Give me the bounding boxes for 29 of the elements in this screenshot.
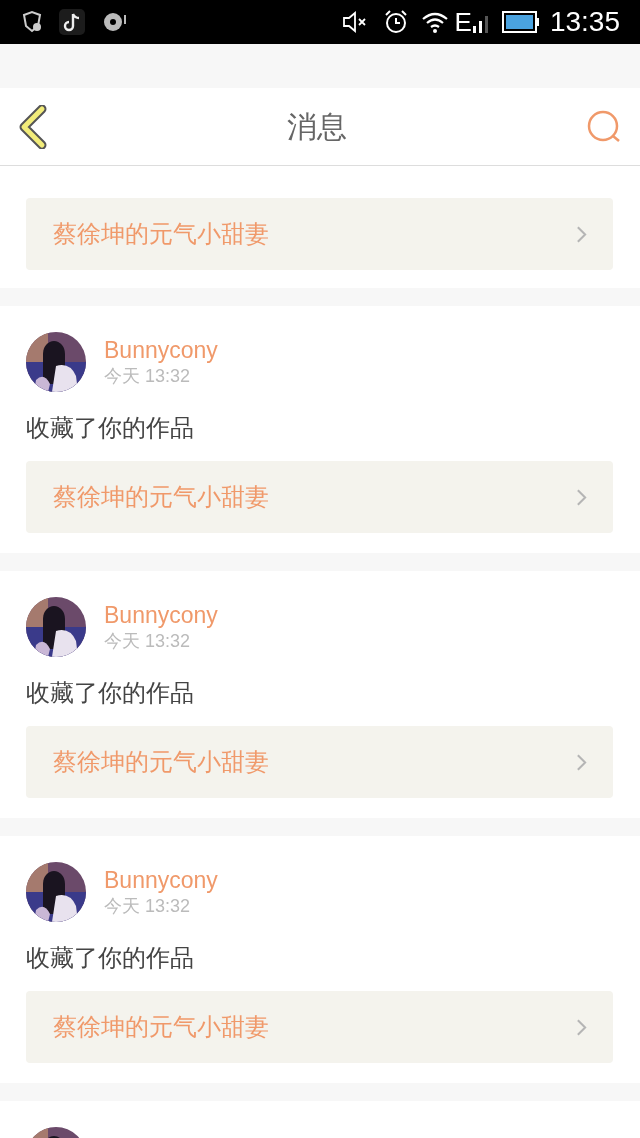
music-note-icon <box>59 9 85 35</box>
user-name[interactable]: Bunnycony <box>104 601 218 629</box>
search-icon <box>586 108 622 145</box>
shield-icon <box>20 10 44 34</box>
chevron-right-icon <box>576 487 587 507</box>
mute-icon <box>340 10 369 34</box>
chevron-right-icon <box>576 224 587 244</box>
clock: 13:35 <box>549 8 620 36</box>
page-title: 消息 <box>287 109 347 145</box>
chevron-left-icon <box>18 104 48 149</box>
work-link[interactable]: 蔡徐坤的元气小甜妻 <box>26 198 613 270</box>
chevron-right-icon <box>576 1017 587 1037</box>
wifi-icon <box>420 10 449 34</box>
back-button[interactable] <box>18 104 48 149</box>
chevron-right-icon <box>576 752 587 772</box>
work-link[interactable]: 蔡徐坤的元气小甜妻 <box>26 726 613 798</box>
message-time: 今天 13:32 <box>104 630 192 653</box>
network-type: E <box>454 9 472 35</box>
battery-icon <box>501 11 540 33</box>
message-time: 今天 13:32 <box>104 365 192 388</box>
disc-icon <box>102 10 128 34</box>
work-link[interactable]: 蔡徐坤的元气小甜妻 <box>26 461 613 533</box>
message-text: 收藏了你的作品 <box>26 943 195 973</box>
work-link[interactable]: 蔡徐坤的元气小甜妻 <box>26 991 613 1063</box>
message-text: 收藏了你的作品 <box>26 678 195 708</box>
user-name[interactable]: Bunnycony <box>104 336 218 364</box>
message-text: 收藏了你的作品 <box>26 413 195 443</box>
message-time: 今天 13:32 <box>104 895 192 918</box>
user-name[interactable]: Bunnycony <box>104 866 218 894</box>
